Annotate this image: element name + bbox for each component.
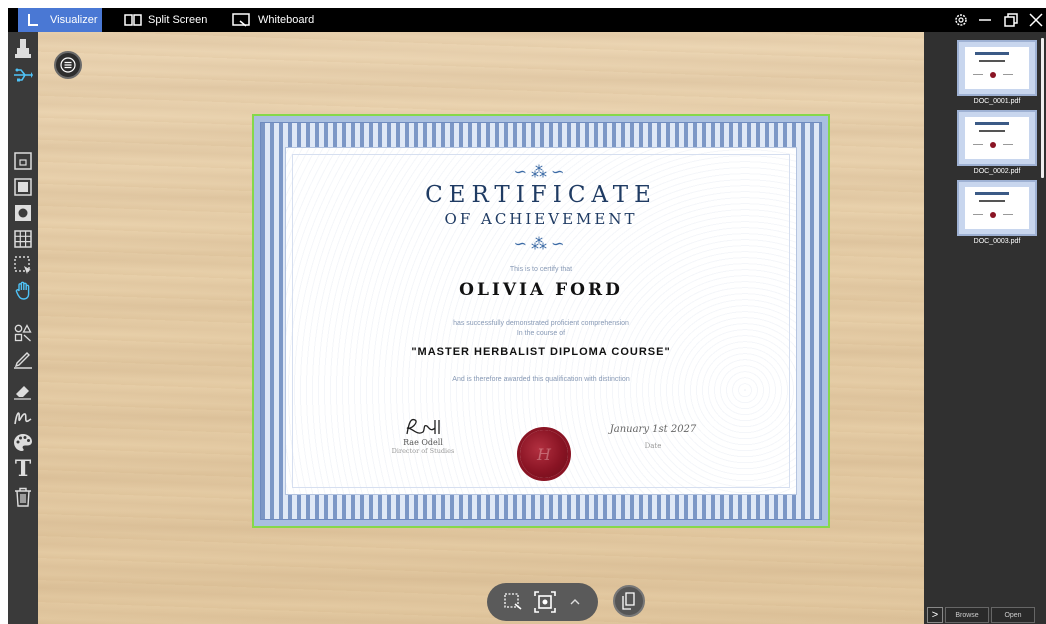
menu-button[interactable]	[54, 51, 82, 79]
pen-button[interactable]	[10, 346, 36, 372]
split-screen-icon	[124, 14, 142, 26]
frame-full-button[interactable]	[10, 174, 36, 200]
certificate-line-1: has successfully demonstrated proficient…	[453, 320, 629, 327]
crop-button[interactable]	[502, 591, 524, 613]
usb-button[interactable]	[10, 62, 36, 88]
panel-actions: > Browse Open	[924, 606, 1046, 624]
certificate: ∽⁂∽ CERTIFICATE OF ACHIEVEMENT ∽⁂∽ This …	[285, 147, 797, 495]
minimize-icon	[979, 19, 991, 21]
whiteboard-icon	[232, 13, 250, 27]
thumbnail-image	[957, 40, 1037, 96]
pages-button[interactable]	[613, 585, 645, 617]
text-icon: T	[14, 456, 32, 482]
settings-icon	[955, 14, 967, 26]
shapes-button[interactable]	[10, 320, 36, 346]
select-button[interactable]	[10, 252, 36, 278]
frame-small-icon	[14, 152, 32, 170]
left-toolbar: T	[8, 32, 38, 624]
wax-seal: H	[520, 430, 568, 478]
palette-icon	[14, 434, 32, 451]
certificate-line-2: In the course of	[516, 330, 566, 337]
recipient-name: OLIVIA FORD	[459, 280, 623, 300]
restore-icon	[1004, 13, 1018, 27]
tab-whiteboard[interactable]: Whiteboard	[228, 8, 318, 32]
expand-panel-button[interactable]: >	[927, 607, 943, 623]
ornament-top: ∽⁂∽	[513, 164, 569, 181]
signature-block: Rae Odell Director of Studies	[378, 416, 468, 455]
signer-role: Director of Studies	[391, 447, 455, 455]
menu-icon	[60, 57, 76, 73]
ornament-bottom: ∽⁂∽	[513, 236, 569, 253]
spotlight-icon	[15, 205, 31, 221]
expand-up-button[interactable]	[567, 594, 583, 610]
auto-crop-icon	[534, 591, 557, 613]
settings-button[interactable]	[950, 8, 972, 32]
restore-button[interactable]	[1002, 8, 1020, 32]
frame-small-button[interactable]	[10, 148, 36, 174]
document-thumbnail[interactable]: DOC_0002.pdf	[955, 110, 1046, 180]
tab-split-screen-label: Split Screen	[148, 14, 208, 26]
course-name: "MASTER HERBALIST DIPLOMA COURSE"	[411, 346, 671, 358]
certificate-title: CERTIFICATE	[425, 182, 657, 208]
document-preview[interactable]: ∽⁂∽ CERTIFICATE OF ACHIEVEMENT ∽⁂∽ This …	[252, 114, 830, 528]
date-block: January 1st 2027 Date	[598, 416, 708, 450]
document-thumbnail[interactable]: DOC_0003.pdf	[955, 180, 1046, 250]
auto-crop-button[interactable]	[533, 590, 557, 614]
pen-icon	[14, 352, 32, 369]
eraser-button[interactable]	[10, 378, 36, 404]
certificate-subtitle: OF ACHIEVEMENT	[444, 210, 638, 228]
crop-icon	[504, 593, 522, 610]
close-button[interactable]	[1026, 8, 1046, 32]
document-thumbnail[interactable]: DOC_0001.pdf	[955, 40, 1046, 110]
grid-icon	[14, 230, 32, 248]
text-button[interactable]: T	[10, 456, 36, 482]
capture-controls	[487, 583, 598, 621]
frame-full-icon	[14, 178, 32, 196]
document-label: DOC_0001.pdf	[973, 98, 1021, 105]
awarded-text: And is therefore awarded this qualificat…	[452, 376, 630, 383]
spotlight-button[interactable]	[10, 200, 36, 226]
camera-icon	[15, 39, 31, 58]
browse-button[interactable]: Browse	[945, 607, 989, 623]
document-label: DOC_0002.pdf	[973, 168, 1021, 175]
freehand-button[interactable]	[10, 404, 36, 430]
certificate-border: ∽⁂∽ CERTIFICATE OF ACHIEVEMENT ∽⁂∽ This …	[260, 122, 822, 520]
open-button[interactable]: Open	[991, 607, 1035, 623]
tab-whiteboard-label: Whiteboard	[258, 14, 315, 26]
thumbnail-image	[957, 180, 1037, 236]
freehand-icon	[14, 412, 32, 425]
top-strip	[0, 0, 1046, 8]
document-panel: DOC_0001.pdf DOC_0002.pdf DOC_0003.pdf >…	[924, 32, 1046, 624]
date-label: Date	[644, 442, 662, 450]
usb-icon	[14, 68, 33, 82]
pages-icon	[622, 592, 635, 610]
trash-button[interactable]	[10, 484, 36, 510]
trash-icon	[15, 487, 31, 507]
shapes-icon	[14, 324, 32, 342]
top-bar: Visualizer Split Screen Whiteboard	[0, 8, 1046, 32]
chevron-up-icon	[570, 599, 580, 605]
grid-button[interactable]	[10, 226, 36, 252]
thumbnail-image	[957, 110, 1037, 166]
tab-visualizer[interactable]: Visualizer	[18, 8, 102, 32]
minimize-button[interactable]	[976, 8, 994, 32]
signer-name: Rae Odell	[403, 438, 443, 447]
eraser-icon	[14, 386, 31, 400]
date-value: January 1st 2027	[609, 424, 697, 435]
select-icon	[14, 256, 31, 274]
close-icon	[1029, 13, 1043, 27]
palette-button[interactable]	[10, 430, 36, 456]
tab-visualizer-label: Visualizer	[50, 14, 98, 26]
left-edge	[0, 0, 8, 624]
signature-image	[378, 416, 468, 438]
document-label: DOC_0003.pdf	[973, 238, 1021, 245]
camera-button[interactable]	[10, 36, 36, 62]
certify-text: This is to certify that	[509, 266, 573, 273]
canvas-area[interactable]: ∽⁂∽ CERTIFICATE OF ACHIEVEMENT ∽⁂∽ This …	[38, 32, 924, 624]
visualizer-icon	[28, 14, 38, 26]
hand-button[interactable]	[10, 278, 36, 304]
tab-split-screen[interactable]: Split Screen	[120, 8, 211, 32]
hand-icon	[15, 281, 30, 300]
